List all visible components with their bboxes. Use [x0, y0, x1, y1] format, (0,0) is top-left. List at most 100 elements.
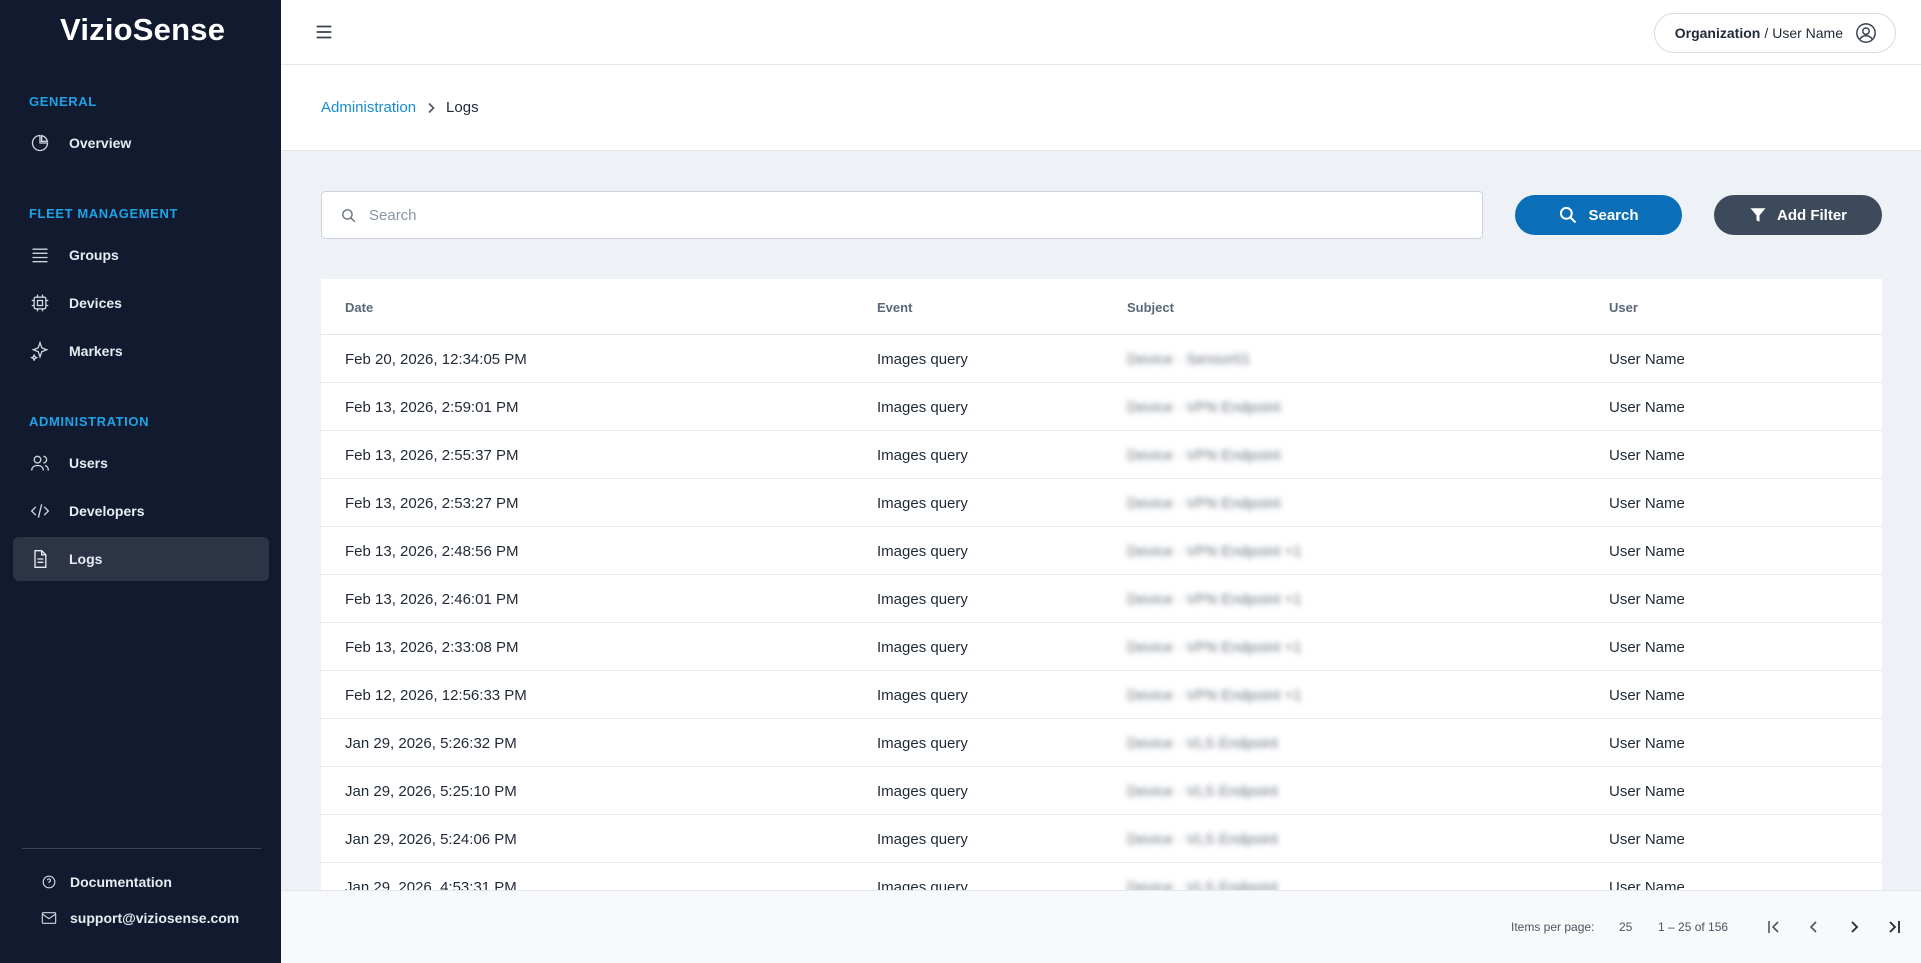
support-email-link[interactable]: support@viziosense.com [40, 909, 239, 927]
menu-toggle-icon[interactable] [313, 21, 335, 43]
add-filter-button[interactable]: Add Filter [1714, 195, 1882, 235]
section-title-fleet-management: FLEET MANAGEMENT [29, 206, 178, 221]
first-page-icon[interactable] [1760, 913, 1788, 941]
cell-user: User Name [1609, 351, 1685, 368]
cell-user: User Name [1609, 495, 1685, 512]
table-row[interactable]: Feb 13, 2026, 2:53:27 PM Images query Devi… [321, 479, 1882, 527]
cell-date: Feb 13, 2026, 2:33:08 PM [345, 639, 519, 656]
organization-name: Organization [1674, 25, 1761, 41]
search-icon [340, 207, 357, 224]
table-row[interactable]: Feb 13, 2026, 2:33:08 PM Images query Devi… [321, 623, 1882, 671]
sidebar-item-label: Developers [69, 503, 145, 519]
cell-subject: Device · VPN Endpoint +1 [1127, 591, 1302, 608]
table-header: Date Event Subject User [321, 279, 1882, 335]
column-header-event[interactable]: Event [877, 300, 912, 315]
mail-icon [40, 909, 58, 927]
cell-user: User Name [1609, 831, 1685, 848]
table-row[interactable]: Jan 29, 2026, 5:25:10 PM Images query Devi… [321, 767, 1882, 815]
cell-event: Images query [877, 447, 968, 464]
sidebar-item-groups[interactable]: Groups [13, 233, 269, 277]
table-row[interactable]: Feb 13, 2026, 2:59:01 PM Images query Devi… [321, 383, 1882, 431]
document-icon [29, 548, 51, 570]
next-page-icon[interactable] [1840, 913, 1868, 941]
table-row[interactable]: Feb 13, 2026, 2:55:37 PM Images query Devi… [321, 431, 1882, 479]
user-menu-button[interactable]: Organization / User Name [1653, 13, 1896, 53]
sidebar-item-label: Users [69, 455, 108, 471]
cell-event: Images query [877, 687, 968, 704]
search-button-label: Search [1588, 206, 1639, 224]
app-logo[interactable]: VizioSense [60, 12, 225, 48]
cell-subject: Device · VPN Endpoint [1127, 399, 1281, 416]
cell-user: User Name [1609, 591, 1685, 608]
cell-date: Jan 29, 2026, 4:53:31 PM [345, 879, 517, 890]
table-row[interactable]: Feb 13, 2026, 2:48:56 PM Images query Devi… [321, 527, 1882, 575]
table-row[interactable]: Jan 29, 2026, 5:26:32 PM Images query Devi… [321, 719, 1882, 767]
table-row[interactable]: Jan 29, 2026, 4:53:31 PM Images query Devi… [321, 863, 1882, 890]
cell-event: Images query [877, 783, 968, 800]
cell-date: Jan 29, 2026, 5:26:32 PM [345, 735, 517, 752]
table-row[interactable]: Feb 13, 2026, 2:46:01 PM Images query Devi… [321, 575, 1882, 623]
top-bar: Organization / User Name [281, 0, 1921, 65]
column-header-subject[interactable]: Subject [1127, 300, 1174, 315]
column-header-date[interactable]: Date [345, 300, 373, 315]
documentation-label: Documentation [70, 874, 172, 890]
sidebar-item-markers[interactable]: Markers [13, 329, 269, 373]
breadcrumb-current: Logs [446, 99, 479, 116]
help-circle-icon [40, 873, 58, 891]
chevron-right-icon [426, 102, 436, 114]
cell-subject: Device · VPN Endpoint +1 [1127, 543, 1302, 560]
user-name: User Name [1772, 25, 1843, 41]
logs-table: Date Event Subject User Feb 20, 2026, 12… [321, 279, 1882, 890]
sidebar-item-devices[interactable]: Devices [13, 281, 269, 325]
search-button[interactable]: Search [1515, 195, 1682, 235]
page-range-label: 1 – 25 of 156 [1658, 920, 1729, 934]
sidebar-item-label: Groups [69, 247, 119, 263]
cell-date: Feb 13, 2026, 2:46:01 PM [345, 591, 519, 608]
cell-user: User Name [1609, 735, 1685, 752]
breadcrumb-administration[interactable]: Administration [321, 99, 416, 116]
last-page-icon[interactable] [1880, 913, 1908, 941]
sidebar-item-label: Markers [69, 343, 123, 359]
sidebar-item-logs[interactable]: Logs [13, 537, 269, 581]
sidebar-item-label: Logs [69, 551, 103, 567]
breadcrumb: Administration Logs [321, 99, 479, 116]
cell-event: Images query [877, 351, 968, 368]
search-field[interactable] [321, 191, 1483, 239]
cell-date: Feb 13, 2026, 2:55:37 PM [345, 447, 519, 464]
sidebar-item-overview[interactable]: Overview [13, 121, 269, 165]
cell-user: User Name [1609, 447, 1685, 464]
column-header-user[interactable]: User [1609, 300, 1638, 315]
cell-subject: Device · VPN Endpoint [1127, 495, 1281, 512]
sidebar: VizioSense GENERAL Overview FLEET MANAGE… [0, 0, 281, 963]
items-per-page-label: Items per page: [1511, 920, 1595, 934]
sidebar-item-label: Devices [69, 295, 122, 311]
add-filter-label: Add Filter [1777, 206, 1847, 224]
cell-user: User Name [1609, 543, 1685, 560]
org-user-separator: / [1764, 25, 1769, 41]
cell-subject: Device · VPN Endpoint [1127, 447, 1281, 464]
sidebar-item-developers[interactable]: Developers [13, 489, 269, 533]
table-row[interactable]: Feb 12, 2026, 12:56:33 PM Images query Dev… [321, 671, 1882, 719]
sidebar-item-label: Overview [69, 135, 132, 151]
search-input[interactable] [369, 206, 1469, 224]
sidebar-item-users[interactable]: Users [13, 441, 269, 485]
cell-event: Images query [877, 639, 968, 656]
cell-subject: Device · VLS Endpoint [1127, 831, 1278, 848]
table-row[interactable]: Jan 29, 2026, 5:24:06 PM Images query Devi… [321, 815, 1882, 863]
cell-user: User Name [1609, 687, 1685, 704]
cell-subject: Device · VLS Endpoint [1127, 735, 1278, 752]
cell-user: User Name [1609, 639, 1685, 656]
documentation-link[interactable]: Documentation [40, 873, 172, 891]
cell-date: Feb 13, 2026, 2:59:01 PM [345, 399, 519, 416]
cell-event: Images query [877, 399, 968, 416]
sidebar-divider [22, 848, 261, 849]
page-size-select[interactable]: 25 [1619, 920, 1632, 934]
previous-page-icon[interactable] [1800, 913, 1828, 941]
cell-subject: Device · VLS Endpoint [1127, 783, 1278, 800]
cell-user: User Name [1609, 399, 1685, 416]
section-title-general: GENERAL [29, 94, 97, 109]
cell-user: User Name [1609, 879, 1685, 890]
table-row[interactable]: Feb 20, 2026, 12:34:05 PM Images query Dev… [321, 335, 1882, 383]
chip-icon [29, 292, 51, 314]
cell-date: Jan 29, 2026, 5:24:06 PM [345, 831, 517, 848]
